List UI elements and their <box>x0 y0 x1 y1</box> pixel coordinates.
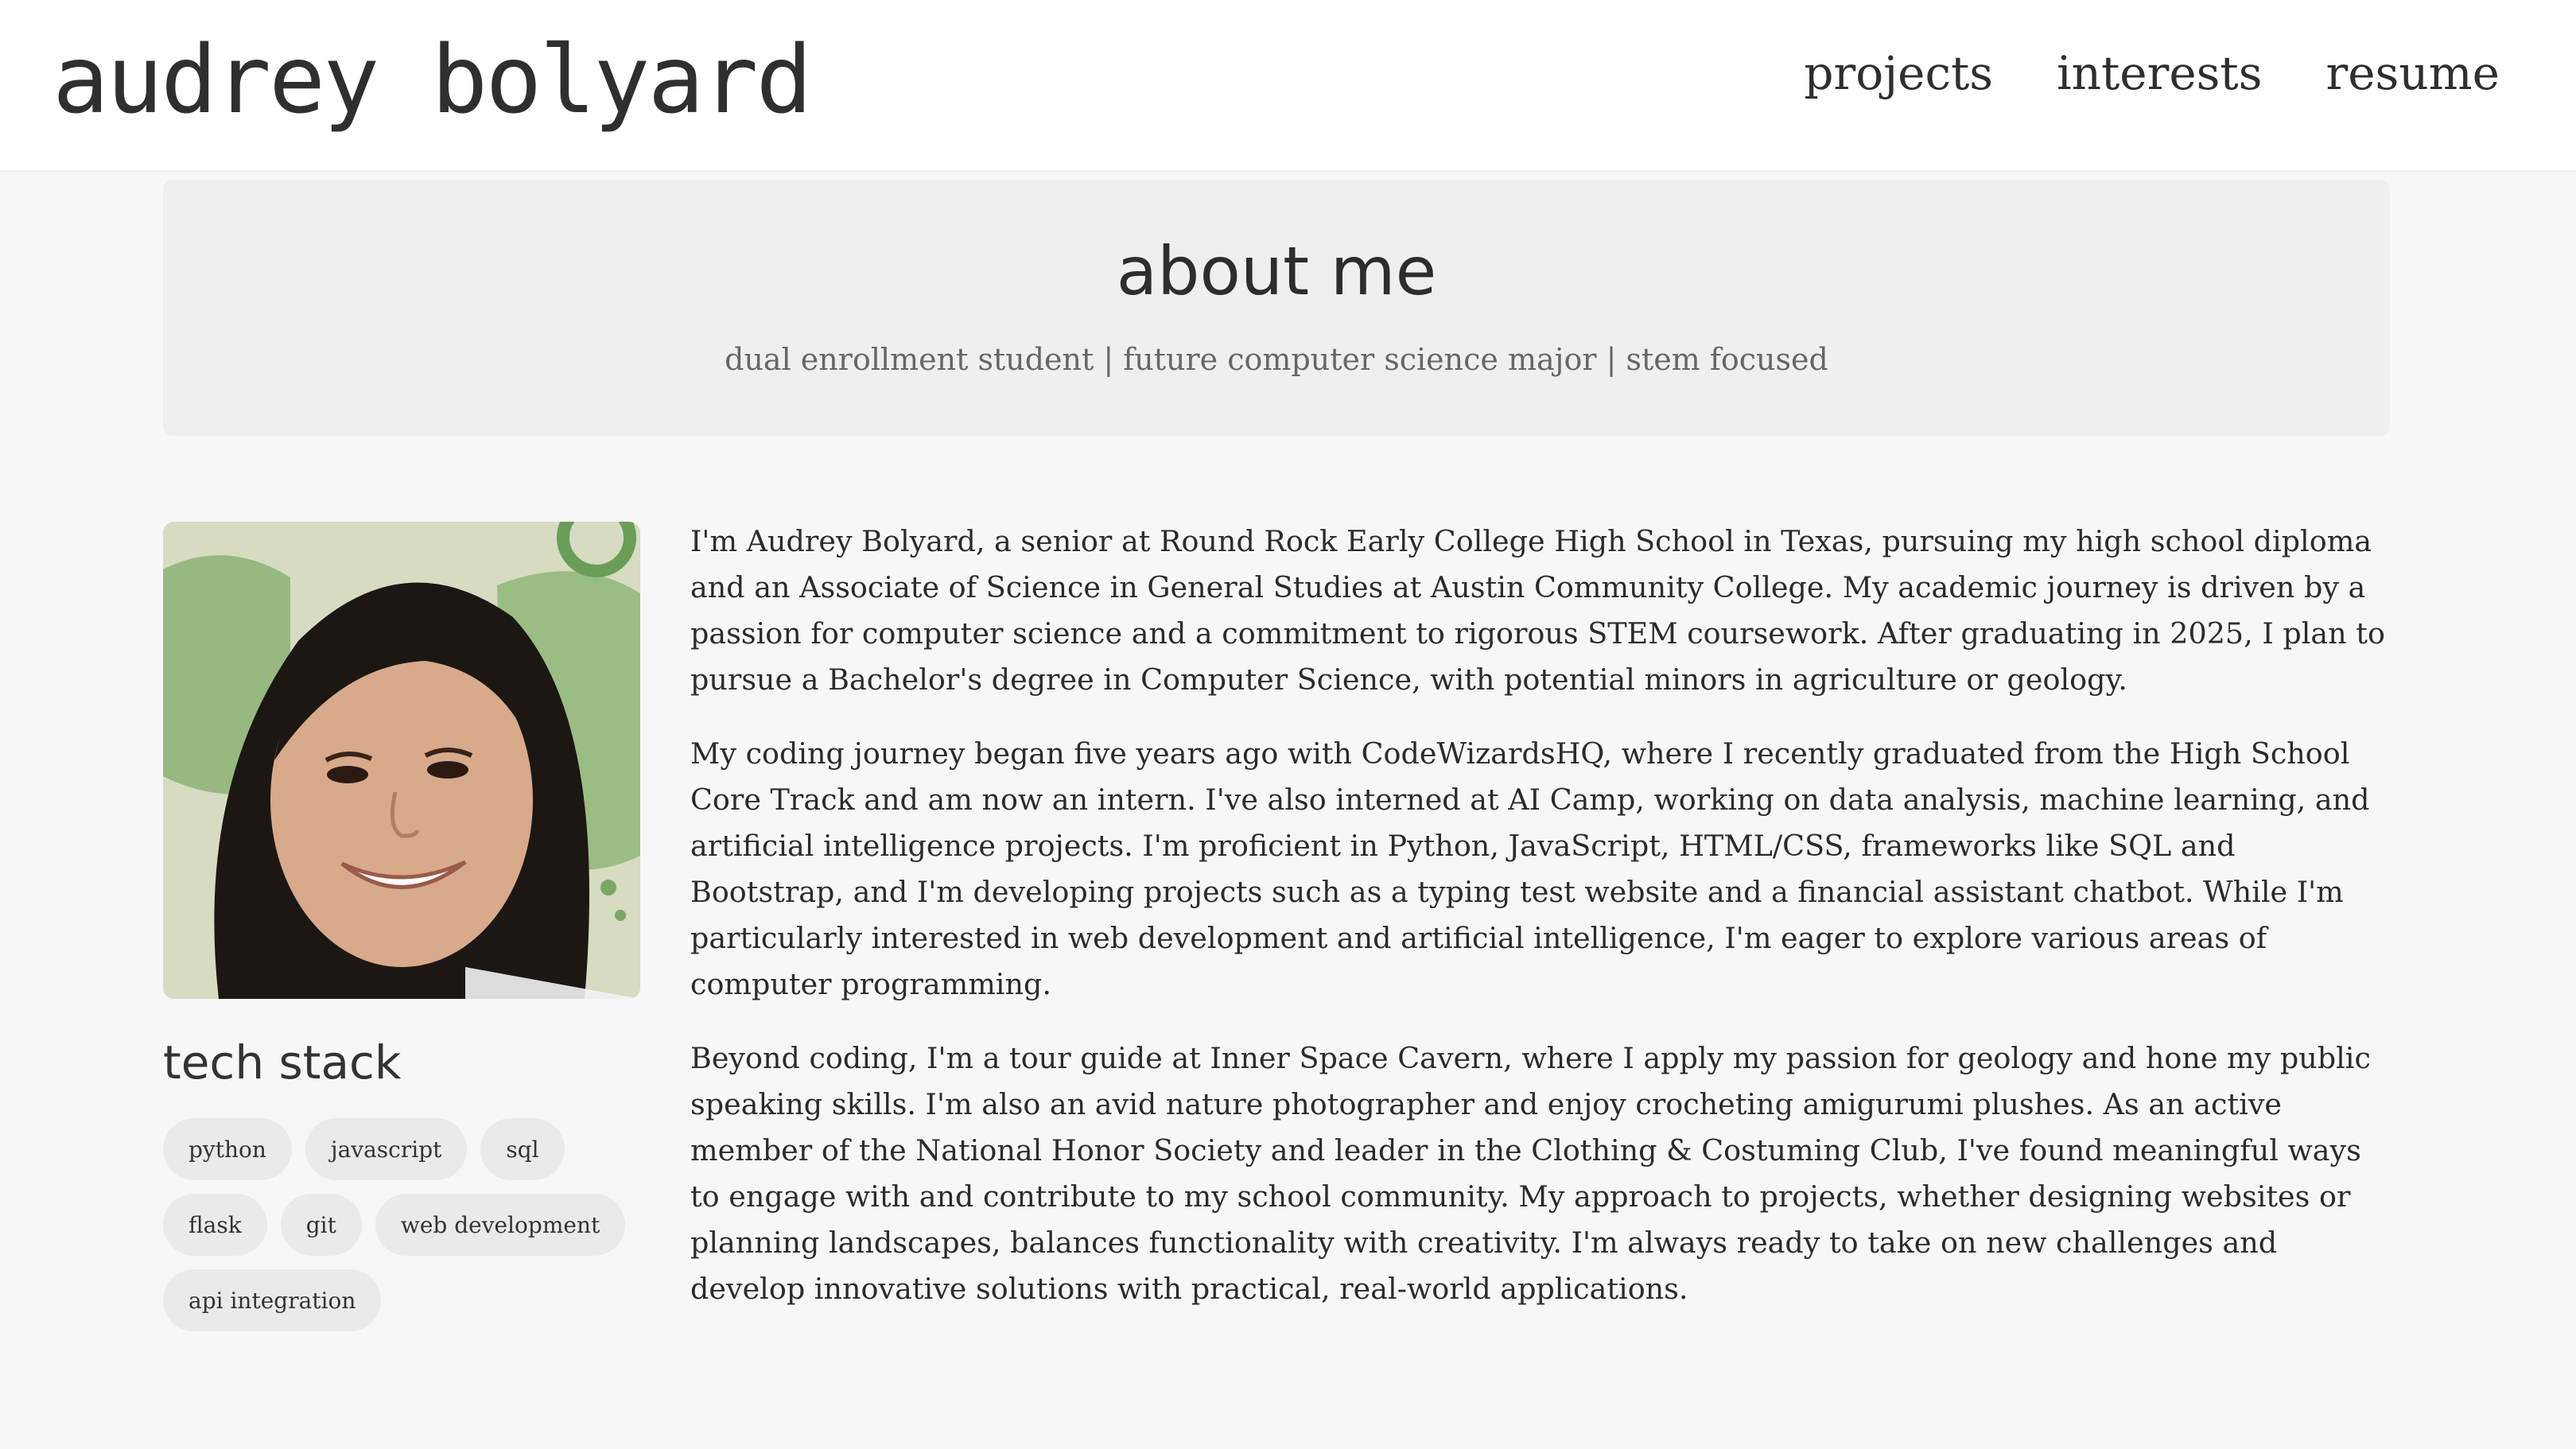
about-hero: about me dual enrollment student | futur… <box>163 180 2390 436</box>
tech-chip-python: python <box>163 1118 292 1180</box>
tech-chip-git: git <box>280 1194 362 1256</box>
site-header: audrey bolyard projects interests resume <box>0 0 2576 170</box>
bio-paragraph-3: Beyond coding, I'm a tour guide at Inner… <box>690 1041 2371 1306</box>
profile-photo <box>163 522 640 999</box>
tech-chip-flask: flask <box>163 1194 267 1256</box>
hero-tagline: dual enrollment student | future compute… <box>725 342 1828 377</box>
tech-chip-web-development: web development <box>375 1194 626 1256</box>
tech-chip-sql: sql <box>480 1118 565 1180</box>
tech-stack-list: python javascript sql flask git web deve… <box>163 1118 656 1331</box>
main-nav: projects interests resume <box>1804 41 2500 105</box>
bio-paragraph-1: I'm Audrey Bolyard, a senior at Round Ro… <box>690 524 2385 697</box>
bio-text: I'm Audrey Bolyard, a senior at Round Ro… <box>690 519 2392 1340</box>
bio-paragraph-2: My coding journey began five years ago w… <box>690 736 2370 1001</box>
nav-link-interests[interactable]: interests <box>2057 41 2262 105</box>
tech-chip-api-integration: api integration <box>163 1269 382 1331</box>
nav-link-resume[interactable]: resume <box>2326 41 2500 105</box>
tech-chip-javascript: javascript <box>305 1118 468 1180</box>
site-brand[interactable]: audrey bolyard <box>52 24 813 135</box>
nav-link-projects[interactable]: projects <box>1804 41 1993 105</box>
tech-stack-title: tech stack <box>163 1035 402 1090</box>
portrait-image <box>163 522 640 999</box>
page-title: about me <box>1116 232 1437 310</box>
